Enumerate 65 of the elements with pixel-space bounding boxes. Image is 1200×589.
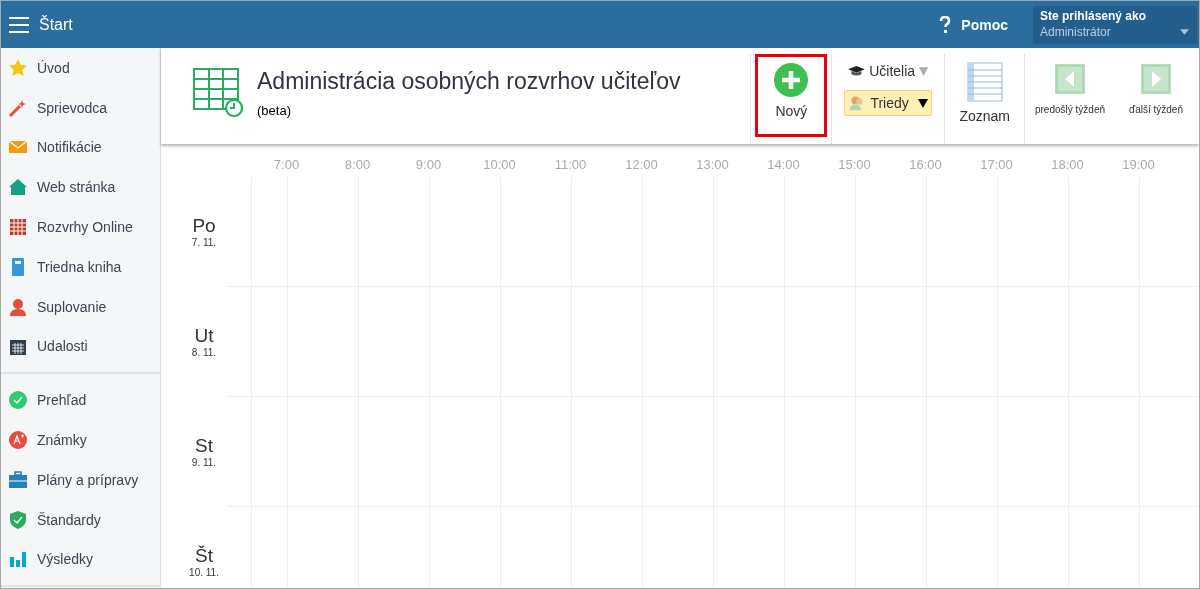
right-arrow-icon <box>1141 64 1171 94</box>
hour-label: 12:00 <box>624 157 659 174</box>
day-name: St <box>195 435 213 457</box>
list-icon <box>966 62 1003 102</box>
caret-icon <box>919 66 929 76</box>
hour-label: 16:00 <box>908 157 943 174</box>
sidebar-item[interactable]: Udalosti <box>1 326 160 367</box>
day-date: 8. 11. <box>191 347 217 358</box>
day-date: 10. 11. <box>189 567 219 578</box>
sidebar-item[interactable]: Suplovanie <box>1 286 160 327</box>
check-circle-icon <box>8 390 28 411</box>
house-icon <box>8 177 28 198</box>
hour-label: 14:00 <box>766 157 801 174</box>
sidebar-item[interactable]: Triedna kniha <box>1 247 160 287</box>
new-button[interactable]: Nový <box>755 54 828 137</box>
sidebar-item[interactable]: Plány a prípravy <box>1 459 160 500</box>
hour-label: 9:00 <box>414 157 443 174</box>
sidebar-item[interactable]: Sprievodca <box>1 87 160 128</box>
day-date: 9. 11. <box>191 457 217 468</box>
hour-label: 17:00 <box>979 157 1014 174</box>
shield-check-icon <box>8 509 28 530</box>
start-link[interactable]: Štart <box>39 15 73 34</box>
graduation-cap-icon <box>848 63 866 79</box>
help-icon <box>939 15 952 34</box>
view-option[interactable]: Triedy <box>844 90 933 116</box>
briefcase-icon <box>8 469 28 490</box>
grade-icon <box>8 430 28 451</box>
previous-week-button[interactable]: predošlý týždeň <box>1027 54 1113 124</box>
menu-icon[interactable] <box>9 16 29 33</box>
user-dropdown[interactable]: Ste prihlásený ako Administrátor <box>1033 5 1197 44</box>
hour-label: 19:00 <box>1121 157 1156 174</box>
help-button[interactable]: Pomoc <box>939 15 1008 34</box>
sidebar-item[interactable]: Notifikácie <box>1 127 160 168</box>
next-week-button[interactable]: ďalší týždeň <box>1113 54 1199 124</box>
sidebar-item[interactable]: Úvod <box>1 48 160 88</box>
sidebar-item[interactable]: Výsledky <box>1 539 160 580</box>
hour-label: 11:00 <box>553 157 588 174</box>
sidebar-item[interactable]: Známky <box>1 420 160 460</box>
sidebar-item[interactable]: Web stránka <box>1 167 160 208</box>
day-name: Št <box>195 545 213 567</box>
day-name: Ut <box>194 325 214 347</box>
grid-icon <box>8 217 28 238</box>
day-date: 7. 11. <box>191 237 217 248</box>
list-button[interactable]: Zoznam <box>947 54 1022 124</box>
sidebar-item[interactable]: Rozvrhy Online <box>1 207 160 247</box>
sidebar-item[interactable]: Štandardy <box>1 499 160 540</box>
star-icon <box>8 57 28 78</box>
hour-label: 7:00 <box>272 157 301 174</box>
caret-icon <box>918 98 929 108</box>
bar-chart-icon <box>8 549 28 570</box>
plus-icon <box>774 63 809 97</box>
person-icon <box>8 296 28 317</box>
day-name: Po <box>192 215 216 237</box>
left-arrow-icon <box>1055 64 1085 94</box>
hour-label: 10:00 <box>482 157 517 174</box>
view-option[interactable]: Učitelia <box>844 58 933 84</box>
page-title: Administrácia osobných rozvrhov učiteľov <box>257 68 681 95</box>
hour-label: 15:00 <box>837 157 872 174</box>
timetable-icon <box>193 68 243 118</box>
hour-label: 18:00 <box>1050 157 1085 174</box>
sidebar-item[interactable]: Prehľad <box>1 380 160 421</box>
hour-label: 8:00 <box>343 157 372 174</box>
hour-label: 13:00 <box>695 157 730 174</box>
page-subtitle: (beta) <box>257 103 292 118</box>
caret-icon <box>1180 28 1189 35</box>
